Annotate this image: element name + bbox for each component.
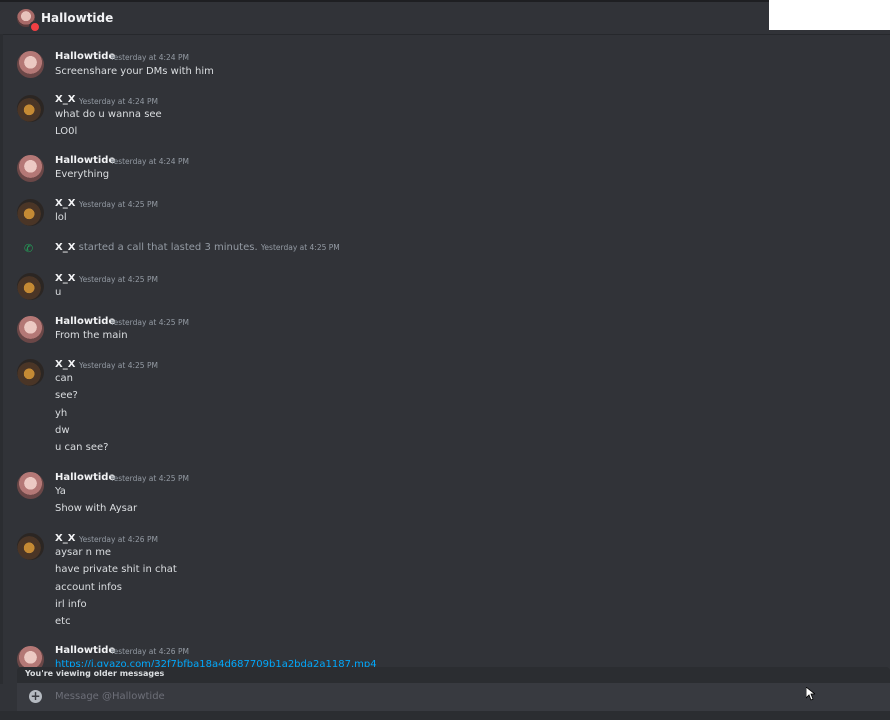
message-author[interactable]: X_X bbox=[55, 94, 75, 105]
message-content: see? bbox=[55, 390, 78, 401]
message-content: lol bbox=[55, 212, 67, 223]
channel-title[interactable]: Hallowtide bbox=[41, 11, 113, 25]
avatar[interactable] bbox=[17, 472, 44, 499]
message-content: account infos bbox=[55, 582, 122, 593]
avatar[interactable] bbox=[17, 51, 44, 78]
older-messages-text: You're viewing older messages bbox=[25, 669, 165, 678]
message-content: irl info bbox=[55, 599, 87, 610]
message-timestamp: Yesterday at 4:24 PM bbox=[110, 157, 189, 166]
message-timestamp: Yesterday at 4:25 PM bbox=[79, 275, 158, 284]
message-content: what do u wanna see bbox=[55, 109, 162, 120]
message-author[interactable]: X_X bbox=[55, 359, 75, 370]
message-content: yh bbox=[55, 408, 68, 419]
message-content: u can see? bbox=[55, 442, 109, 453]
message-author[interactable]: X_X bbox=[55, 198, 75, 209]
older-messages-bar[interactable]: You're viewing older messages bbox=[17, 667, 890, 683]
message-content: can bbox=[55, 373, 73, 384]
message-list[interactable]: Hallowtide Yesterday at 4:24 PM Screensh… bbox=[0, 0, 890, 668]
message-author[interactable]: Hallowtide bbox=[55, 645, 115, 656]
message-content: dw bbox=[55, 425, 70, 436]
message-content: Show with Aysar bbox=[55, 503, 138, 514]
avatar[interactable] bbox=[17, 359, 44, 386]
message-content: u bbox=[55, 287, 62, 298]
message-timestamp: Yesterday at 4:24 PM bbox=[79, 97, 158, 106]
message-content: Everything bbox=[55, 169, 110, 180]
avatar[interactable] bbox=[17, 155, 44, 182]
message-timestamp: Yesterday at 4:25 PM bbox=[79, 361, 158, 370]
message-author[interactable]: Hallowtide bbox=[55, 155, 115, 166]
message-author[interactable]: Hallowtide bbox=[55, 51, 115, 62]
call-event-author[interactable]: X_X bbox=[55, 242, 75, 253]
message-composer[interactable]: + Message @Hallowtide bbox=[17, 683, 890, 711]
avatar[interactable] bbox=[17, 646, 44, 668]
avatar[interactable] bbox=[17, 533, 44, 560]
message-timestamp: Yesterday at 4:25 PM bbox=[79, 200, 158, 209]
message-author[interactable]: Hallowtide bbox=[55, 472, 115, 483]
avatar[interactable] bbox=[17, 316, 44, 343]
call-event-description: started a call that lasted 3 minutes. bbox=[78, 242, 258, 253]
message-timestamp: Yesterday at 4:25 PM bbox=[110, 318, 189, 327]
message-author[interactable]: X_X bbox=[55, 533, 75, 544]
channel-header: Hallowtide bbox=[0, 2, 890, 35]
message-timestamp: Yesterday at 4:25 PM bbox=[110, 474, 189, 483]
message-input[interactable]: Message @Hallowtide bbox=[55, 691, 165, 702]
message-content: have private shit in chat bbox=[55, 564, 177, 575]
call-event-timestamp: Yesterday at 4:25 PM bbox=[260, 243, 340, 252]
message-author[interactable]: X_X bbox=[55, 273, 75, 284]
mouse-cursor-icon bbox=[806, 687, 815, 701]
bottom-border bbox=[0, 711, 890, 720]
message-content: Ya bbox=[55, 486, 66, 497]
overlay-box bbox=[769, 0, 890, 30]
message-content: From the main bbox=[55, 330, 128, 341]
message-content: aysar n me bbox=[55, 547, 112, 558]
left-edge bbox=[0, 34, 3, 684]
message-content: LO0l bbox=[55, 126, 78, 137]
message-author[interactable]: Hallowtide bbox=[55, 316, 115, 327]
status-indicator bbox=[29, 21, 41, 33]
avatar[interactable] bbox=[17, 273, 44, 300]
avatar[interactable] bbox=[17, 199, 44, 226]
avatar[interactable] bbox=[17, 95, 44, 122]
message-content: Screenshare your DMs with him bbox=[55, 66, 214, 77]
phone-icon: ✆ bbox=[24, 242, 34, 255]
message-content: etc bbox=[55, 616, 71, 627]
add-attachment-icon[interactable]: + bbox=[29, 690, 42, 703]
message-timestamp: Yesterday at 4:24 PM bbox=[110, 53, 189, 62]
call-event-text: X_X started a call that lasted 3 minutes… bbox=[55, 242, 340, 253]
message-timestamp: Yesterday at 4:26 PM bbox=[110, 647, 189, 656]
message-timestamp: Yesterday at 4:26 PM bbox=[79, 535, 158, 544]
